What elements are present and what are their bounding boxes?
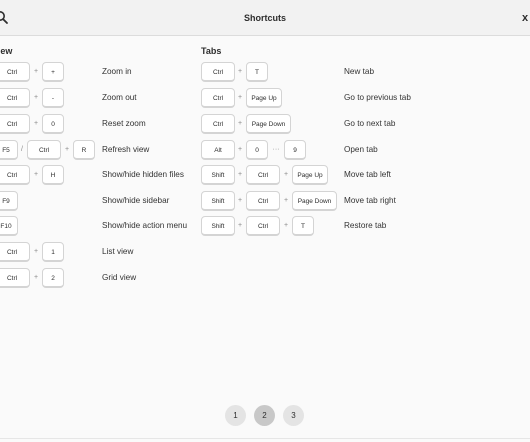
key-cap: Ctrl (201, 114, 235, 134)
key-cap: F5 (0, 140, 18, 160)
key-cap: Alt (201, 140, 235, 160)
key-cap: Ctrl (246, 191, 280, 211)
key-cap: T (292, 216, 314, 236)
key-cap: 0 (246, 140, 268, 160)
shortcut-label: New tab (344, 67, 375, 76)
shortcut-label: Open tab (344, 145, 378, 154)
key-cap: Ctrl (246, 216, 280, 236)
key-cap: Ctrl (246, 165, 280, 185)
window-title: Shortcuts (243, 13, 286, 23)
key-separator: + (33, 94, 39, 101)
key-separator: + (237, 171, 243, 178)
key-cap: Ctrl (0, 268, 30, 288)
key-cap: F9 (0, 191, 18, 211)
key-separator: + (33, 248, 39, 255)
key-cap: R (73, 140, 95, 160)
shortcut-label: Reset zoom (102, 119, 146, 128)
shortcut-label: Go to next tab (344, 119, 396, 128)
key-separator: + (237, 68, 243, 75)
key-cap: Ctrl (0, 88, 30, 108)
key-separator: + (237, 197, 243, 204)
key-separator: + (33, 274, 39, 281)
key-cap: Page Up (292, 165, 328, 185)
key-separator: + (237, 120, 243, 127)
shortcut-label: Zoom in (102, 67, 132, 76)
key-range-separator: ··· (272, 146, 280, 153)
shortcut-label: List view (102, 247, 134, 256)
key-cap: Ctrl (201, 62, 235, 82)
shortcut-label: Restore tab (344, 221, 387, 230)
key-cap: Ctrl (0, 165, 30, 185)
divider (0, 438, 530, 439)
header-bar: Shortcuts x (0, 0, 530, 36)
key-separator: + (237, 94, 243, 101)
key-cap: 1 (42, 242, 64, 262)
shortcut-label: Move tab left (344, 170, 391, 179)
key-separator: + (283, 171, 289, 178)
key-cap: Ctrl (0, 114, 30, 134)
shortcut-label: Show/hide action menu (102, 221, 188, 230)
key-cap: Shift (201, 216, 235, 236)
shortcut-label: Move tab right (344, 196, 396, 205)
key-cap: T (246, 62, 268, 82)
key-cap: Ctrl (0, 242, 30, 262)
key-cap: 0 (42, 114, 64, 134)
key-separator: + (237, 146, 243, 153)
key-separator: + (283, 197, 289, 204)
key-cap: Shift (201, 165, 235, 185)
key-cap: Shift (201, 191, 235, 211)
shortcut-label: Show/hide sidebar (102, 196, 170, 205)
key-cap: H (42, 165, 64, 185)
page-button-3[interactable]: 3 (283, 405, 304, 426)
shortcut-label: Zoom out (102, 93, 137, 102)
key-cap: Page Down (246, 114, 291, 134)
key-cap: - (42, 88, 64, 108)
key-separator: / (21, 146, 23, 153)
page-button-1[interactable]: 1 (225, 405, 246, 426)
section-title-view: View (0, 46, 13, 56)
key-separator: + (33, 120, 39, 127)
key-cap: F10 (0, 216, 18, 236)
shortcut-label: Go to previous tab (344, 93, 411, 102)
key-separator: + (64, 146, 70, 153)
close-icon[interactable]: x (522, 11, 530, 25)
key-cap: Page Up (246, 88, 282, 108)
key-separator: + (33, 171, 39, 178)
section-title-tabs: Tabs (201, 46, 222, 56)
key-separator: + (33, 68, 39, 75)
key-separator: + (237, 222, 243, 229)
key-cap: Ctrl (0, 62, 30, 82)
key-separator: + (283, 222, 289, 229)
key-cap: 9 (284, 140, 306, 160)
key-cap: 2 (42, 268, 64, 288)
shortcut-label: Grid view (102, 273, 137, 282)
page-button-2[interactable]: 2 (254, 405, 275, 426)
key-cap: + (42, 62, 64, 82)
shortcut-label: Refresh view (102, 145, 150, 154)
shortcut-label: Show/hide hidden files (102, 170, 184, 179)
key-cap: Ctrl (27, 140, 61, 160)
key-cap: Page Down (292, 191, 337, 211)
pagination: 1 2 3 (0, 405, 530, 427)
key-cap: Ctrl (201, 88, 235, 108)
